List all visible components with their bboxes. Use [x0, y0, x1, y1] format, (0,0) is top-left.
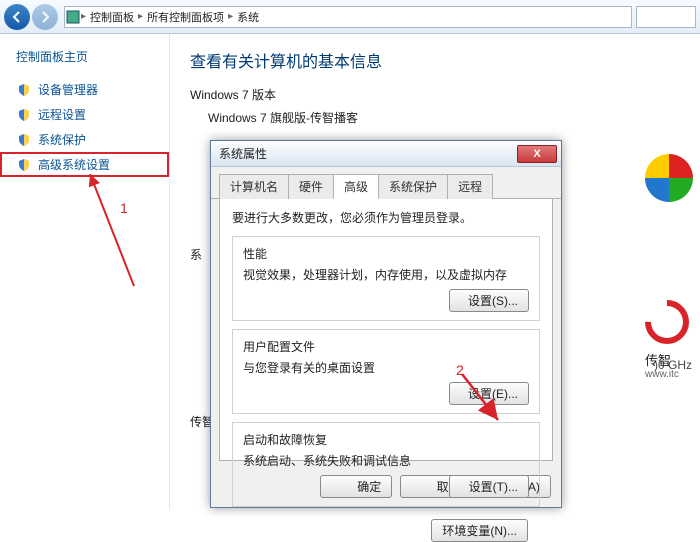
- tab-protection[interactable]: 系统保护: [378, 174, 448, 199]
- sidebar-item-advanced[interactable]: 高级系统设置: [0, 152, 169, 177]
- control-panel-icon: [65, 9, 81, 25]
- group-title: 启动和故障恢复: [243, 431, 529, 448]
- tab-remote[interactable]: 远程: [447, 174, 493, 199]
- shield-icon: [16, 132, 32, 148]
- close-button[interactable]: X: [517, 145, 557, 163]
- edition-heading: Windows 7 版本: [190, 86, 680, 103]
- edition-value: Windows 7 旗舰版-传智播客: [208, 109, 680, 126]
- tab-panel-advanced: 要进行大多数更改，您必须作为管理员登录。 性能 视觉效果，处理器计划，内存使用，…: [219, 199, 553, 461]
- toolbar: ▸ 控制面板 ▸ 所有控制面板项 ▸ 系统: [0, 0, 700, 34]
- dialog-titlebar[interactable]: 系统属性 X: [211, 141, 561, 167]
- page-title: 查看有关计算机的基本信息: [190, 48, 680, 72]
- nav-forward-button[interactable]: [32, 4, 58, 30]
- search-input[interactable]: [636, 6, 696, 28]
- group-title: 性能: [243, 245, 529, 262]
- settings-button-performance[interactable]: 设置(S)...: [449, 289, 529, 312]
- sidebar: 控制面板主页 设备管理器 远程设置 系统保护 高级系统设置: [0, 34, 170, 509]
- system-properties-dialog: 系统属性 X 计算机名 硬件 高级 系统保护 远程 要进行大多数更改，您必须作为…: [210, 140, 562, 508]
- shield-icon: [16, 82, 32, 98]
- group-desc: 视觉效果，处理器计划，内存使用，以及虚拟内存: [243, 266, 529, 283]
- settings-button-startup[interactable]: 设置(T)...: [449, 475, 529, 498]
- sidebar-item-label: 高级系统设置: [38, 156, 110, 173]
- tab-advanced[interactable]: 高级: [333, 174, 379, 199]
- dialog-title: 系统属性: [219, 145, 517, 162]
- group-performance: 性能 视觉效果，处理器计划，内存使用，以及虚拟内存 设置(S)...: [232, 236, 540, 321]
- sidebar-item-label: 设备管理器: [38, 81, 98, 98]
- sidebar-item-label: 系统保护: [38, 131, 86, 148]
- tab-computer-name[interactable]: 计算机名: [219, 174, 289, 199]
- sidebar-item-label: 远程设置: [38, 106, 86, 123]
- group-startup-recovery: 启动和故障恢复 系统启动、系统失败和调试信息 设置(T)...: [232, 422, 540, 507]
- sidebar-home-link[interactable]: 控制面板主页: [0, 48, 169, 77]
- close-icon: X: [533, 148, 540, 160]
- tab-hardware[interactable]: 硬件: [288, 174, 334, 199]
- sidebar-item-device-manager[interactable]: 设备管理器: [0, 77, 169, 102]
- settings-button-profiles[interactable]: 设置(E)...: [449, 382, 529, 405]
- brand-name: 传智: [645, 350, 671, 369]
- group-desc: 系统启动、系统失败和调试信息: [243, 452, 529, 469]
- group-desc: 与您登录有关的桌面设置: [243, 359, 529, 376]
- brand-url: www.itc: [645, 369, 679, 380]
- sidebar-item-protection[interactable]: 系统保护: [0, 127, 169, 152]
- nav-back-button[interactable]: [4, 4, 30, 30]
- admin-notice: 要进行大多数更改，您必须作为管理员登录。: [232, 209, 540, 226]
- windows-logo: [645, 150, 700, 230]
- group-user-profiles: 用户配置文件 与您登录有关的桌面设置 设置(E)...: [232, 329, 540, 414]
- shield-icon: [16, 157, 32, 173]
- brand-logo: 传智 www.itc: [645, 300, 700, 400]
- annotation-label-2: 2: [456, 362, 464, 378]
- breadcrumb-segment[interactable]: 控制面板: [86, 9, 138, 25]
- group-title: 用户配置文件: [243, 338, 529, 355]
- sidebar-item-remote[interactable]: 远程设置: [0, 102, 169, 127]
- address-bar[interactable]: ▸ 控制面板 ▸ 所有控制面板项 ▸ 系统: [64, 6, 632, 28]
- tab-strip: 计算机名 硬件 高级 系统保护 远程: [211, 167, 561, 199]
- breadcrumb-segment[interactable]: 所有控制面板项: [143, 9, 228, 25]
- annotation-label-1: 1: [120, 200, 128, 216]
- environment-variables-button[interactable]: 环境变量(N)...: [431, 519, 528, 542]
- breadcrumb-segment[interactable]: 系统: [233, 9, 263, 25]
- shield-icon: [16, 107, 32, 123]
